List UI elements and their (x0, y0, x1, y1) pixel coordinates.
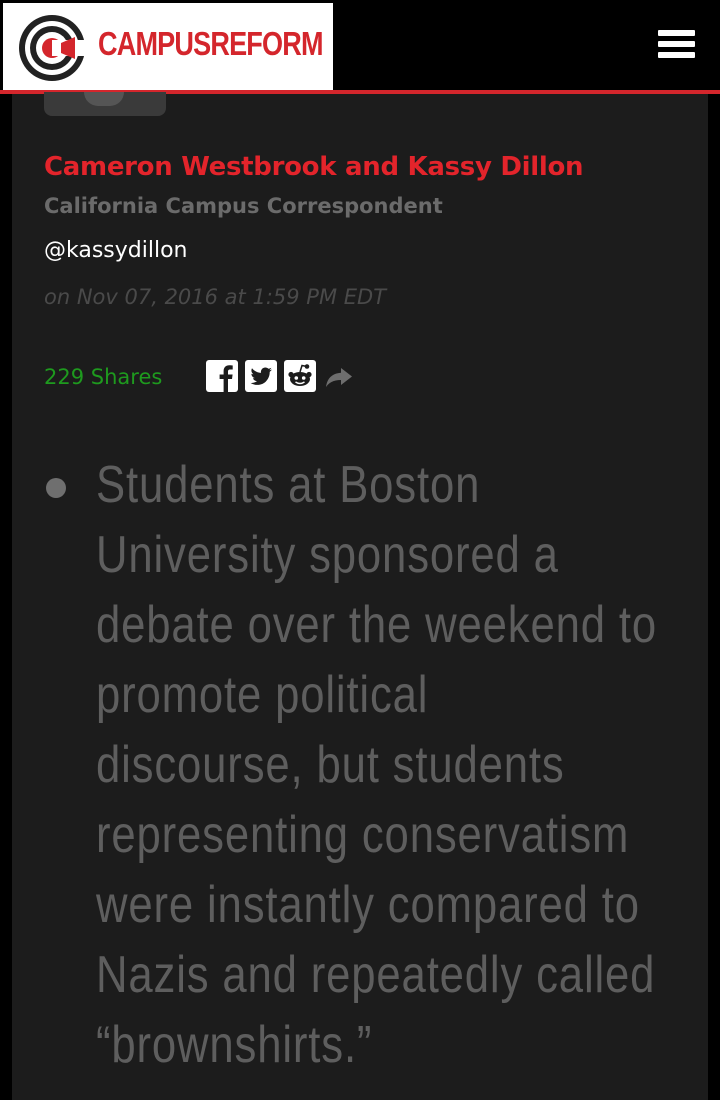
summary-line: Students at Boston (96, 456, 481, 514)
share-count: 229 Shares (44, 365, 163, 389)
brand-wordmark: CAMPUSREFORM (98, 25, 323, 62)
author-name[interactable]: Cameron Westbrook and Kassy Dillon (44, 152, 584, 182)
share-arrow-icon[interactable] (323, 360, 355, 392)
summary-line: debate over the weekend to (96, 596, 657, 654)
campus-reform-logo-icon (19, 15, 87, 81)
site-header: CAMPUSREFORM (0, 0, 720, 94)
share-buttons (206, 359, 355, 393)
summary-line: representing conservatism (96, 806, 630, 864)
author-avatar (44, 92, 166, 116)
menu-bar-middle (658, 41, 695, 47)
summary-line: Nazis and repeatedly called (96, 946, 656, 1004)
site-logo[interactable]: CAMPUSREFORM (3, 3, 333, 90)
bullet-point (46, 478, 66, 498)
article-container: Cameron Westbrook and Kassy Dillon Calif… (12, 92, 708, 1100)
twitter-icon[interactable] (245, 360, 277, 392)
summary-line: “brownshirts.” (96, 1016, 373, 1074)
summary-line: were instantly compared to (96, 876, 640, 934)
article-summary: Students at Boston University sponsored … (96, 450, 696, 1080)
hamburger-menu-icon[interactable] (658, 30, 698, 64)
summary-line: discourse, but students (96, 736, 565, 794)
menu-bar-top (658, 30, 695, 36)
summary-line: promote political (96, 666, 429, 724)
author-role: California Campus Correspondent (44, 194, 443, 218)
summary-line: University sponsored a (96, 526, 559, 584)
facebook-icon[interactable] (206, 360, 238, 392)
reddit-icon[interactable] (284, 360, 316, 392)
publish-date: on Nov 07, 2016 at 1:59 PM EDT (44, 285, 387, 309)
menu-bar-bottom (658, 52, 695, 58)
author-handle[interactable]: @kassydillon (44, 238, 187, 263)
